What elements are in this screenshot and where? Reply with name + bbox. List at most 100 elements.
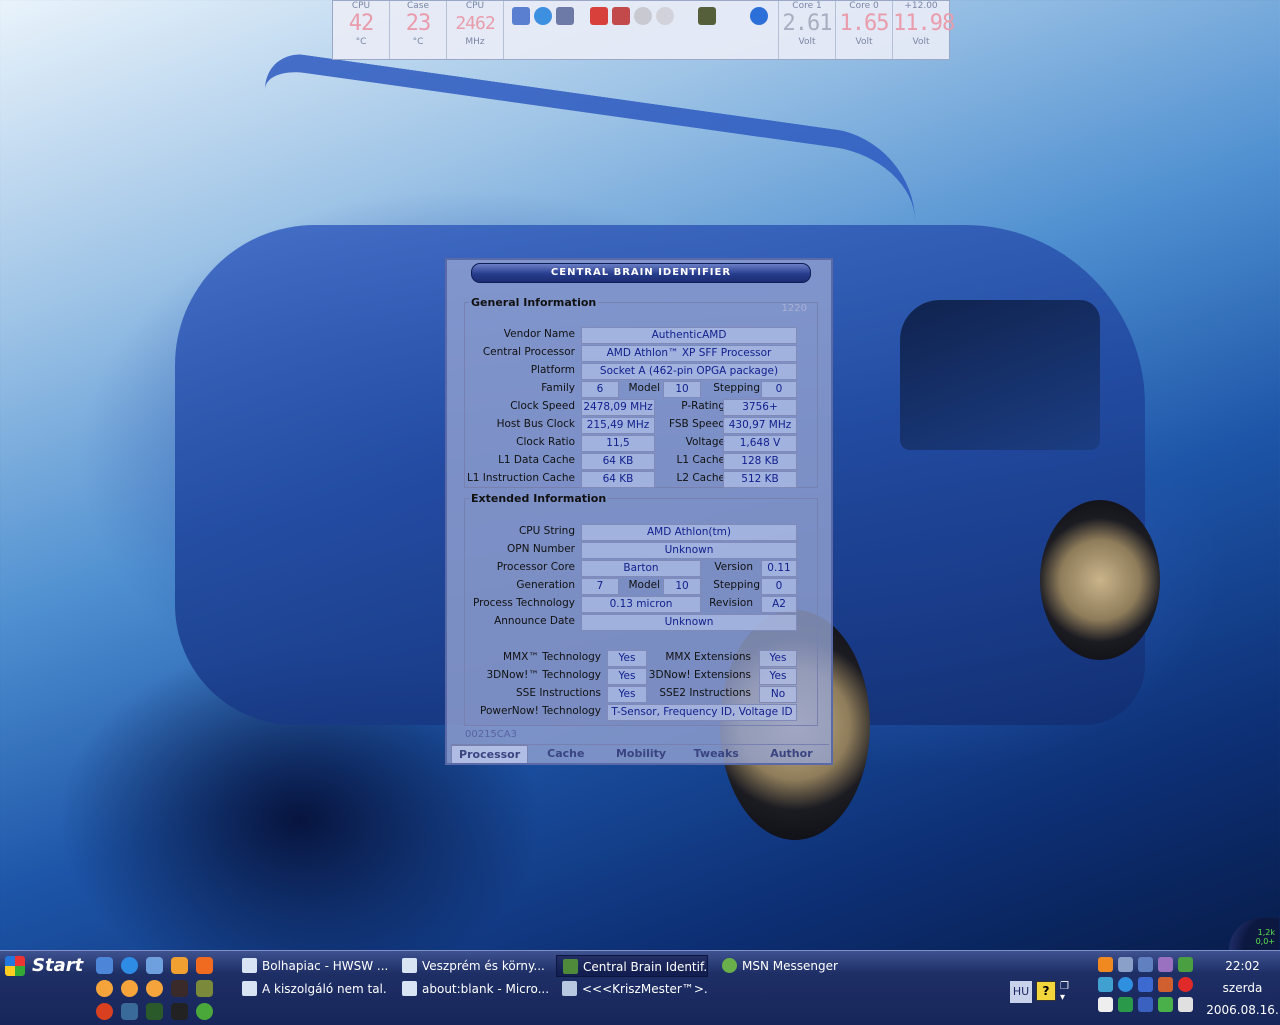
task-button[interactable]: about:blank - Micro... (396, 978, 548, 1000)
language-bar: HU ? ❐ ▾ (1005, 955, 1085, 1021)
3dnow-extensions-value: Yes (759, 668, 797, 685)
stepping-value: 0 (761, 381, 797, 398)
monitor-icon[interactable] (1138, 957, 1153, 972)
play-icon[interactable] (1118, 977, 1133, 992)
window-title[interactable]: CENTRAL BRAIN IDENTIFIER (471, 263, 811, 283)
clock-icon[interactable] (171, 957, 188, 974)
system-tray (1096, 955, 1206, 1021)
core1-volt-gauge: Core 1 2.61 Volt (779, 1, 836, 59)
menu-icon[interactable] (96, 980, 113, 997)
gauge-label: +12.00 (904, 1, 938, 11)
language-indicator[interactable]: HU (1010, 981, 1032, 1003)
checklist-icon[interactable] (590, 7, 608, 25)
cbid-window: CENTRAL BRAIN IDENTIFIER General Informa… (445, 258, 833, 765)
task-button[interactable]: MSN Messenger (716, 955, 868, 977)
cpu-string-value: AMD Athlon(tm) (581, 524, 797, 541)
messenger-icon[interactable] (1098, 977, 1113, 992)
internet-explorer-icon[interactable] (534, 7, 552, 25)
ie-document-icon (402, 958, 417, 973)
disc-icon[interactable] (656, 7, 674, 25)
sse-label: SSE Instructions (516, 687, 601, 699)
info-icon[interactable] (196, 1003, 213, 1020)
shield-icon[interactable] (1138, 977, 1153, 992)
task-button[interactable]: Veszprém és körny... (396, 955, 548, 977)
hostbus-label: Host Bus Clock (496, 418, 575, 430)
vendor-label: Vendor Name (503, 328, 575, 340)
firefox-icon[interactable] (196, 957, 213, 974)
sun-icon[interactable] (1098, 957, 1113, 972)
help-icon[interactable]: ? (1036, 981, 1056, 1001)
taskbar: Start Bolhapiac - HWSW ... Veszprém és k… (0, 950, 1280, 1025)
documents-icon[interactable] (512, 7, 530, 25)
globe-icon[interactable] (750, 7, 768, 25)
alert-icon[interactable] (1178, 977, 1193, 992)
mmx-label: MMX™ Technology (503, 651, 601, 663)
sudoku-icon[interactable] (121, 1003, 138, 1020)
core-label: Processor Core (496, 561, 575, 573)
edit-icon[interactable] (1178, 997, 1193, 1012)
task-button-active[interactable]: Central Brain Identif... (556, 955, 708, 977)
browser-icon[interactable] (96, 1003, 113, 1020)
tab-cache[interactable]: Cache (528, 745, 603, 763)
12v-volt-gauge: +12.00 11.98 Volt (893, 1, 955, 59)
task-button[interactable]: Bolhapiac - HWSW ... (236, 955, 388, 977)
revision-mark: 1220 (781, 303, 807, 314)
gauge-value: 2.61 (782, 11, 833, 36)
msn-icon (722, 958, 737, 973)
documents-icon[interactable] (96, 957, 113, 974)
clock[interactable]: 22:02 szerda 2006.08.16. (1205, 955, 1280, 1021)
processor-value: AMD Athlon™ XP SFF Processor (581, 345, 797, 362)
tab-author[interactable]: Author (754, 745, 829, 763)
wallpaper-wheel (1040, 500, 1160, 660)
antivirus-icon[interactable] (1158, 977, 1173, 992)
net-down: 1,2k (1257, 928, 1275, 937)
net-up: 0,0+ (1255, 937, 1275, 946)
start-label: Start (32, 955, 84, 976)
ie-document-icon (402, 981, 417, 996)
media-icon[interactable] (171, 980, 188, 997)
prating-value: 3756+ (723, 399, 797, 416)
gauge-value: 2462 (455, 13, 495, 34)
display-icon[interactable] (1158, 957, 1173, 972)
task-button[interactable]: <<<KriszMester™>... (556, 978, 708, 1000)
network-icon[interactable] (1118, 957, 1133, 972)
mmx-value: Yes (607, 650, 647, 667)
sensor-launcher (504, 1, 779, 59)
tree-icon[interactable] (196, 980, 213, 997)
opn-value: Unknown (581, 542, 797, 559)
tool-icon[interactable] (612, 7, 630, 25)
tab-tweaks[interactable]: Tweaks (679, 745, 754, 763)
restore-icon[interactable]: ❐ ▾ (1060, 981, 1069, 1003)
network-icon[interactable] (146, 957, 163, 974)
gauge-value: 42 (348, 11, 375, 36)
settings-icon[interactable] (556, 7, 574, 25)
serial-number: 00215CA3 (465, 729, 517, 740)
tool-icon[interactable] (1178, 957, 1193, 972)
menu-icon[interactable] (121, 980, 138, 997)
fsb-value: 430,97 MHz (723, 417, 797, 434)
opn-label: OPN Number (507, 543, 575, 555)
buddy-icon[interactable] (1158, 997, 1173, 1012)
case-temp-gauge: Case 23 °C (390, 1, 447, 59)
stepping-value: 0 (761, 578, 797, 595)
cd-icon[interactable] (634, 7, 652, 25)
sensor-bar: CPU 42 °C Case 23 °C CPU 2462 MHz Core 1… (332, 0, 955, 60)
cbid-icon (563, 959, 578, 974)
vendor-value: AuthenticAMD (581, 327, 797, 344)
task-button[interactable]: A kiszolgáló nem tal... (236, 978, 388, 1000)
task-label: MSN Messenger (742, 959, 838, 973)
tab-processor[interactable]: Processor (451, 745, 529, 763)
fsb-label: FSB Speed (669, 418, 725, 430)
drive-icon[interactable] (698, 7, 716, 25)
graph-icon[interactable] (1118, 997, 1133, 1012)
game-icon[interactable] (146, 1003, 163, 1020)
tab-mobility[interactable]: Mobility (603, 745, 678, 763)
chart-icon[interactable] (1138, 997, 1153, 1012)
core0-volt-gauge: Core 0 1.65 Volt (836, 1, 893, 59)
tab-bar: Processor Cache Mobility Tweaks Author (451, 744, 829, 763)
start-button[interactable]: Start (0, 951, 86, 1025)
hat-icon[interactable] (171, 1003, 188, 1020)
mouse-icon[interactable] (1098, 997, 1113, 1012)
internet-explorer-icon[interactable] (121, 957, 138, 974)
menu-icon[interactable] (146, 980, 163, 997)
